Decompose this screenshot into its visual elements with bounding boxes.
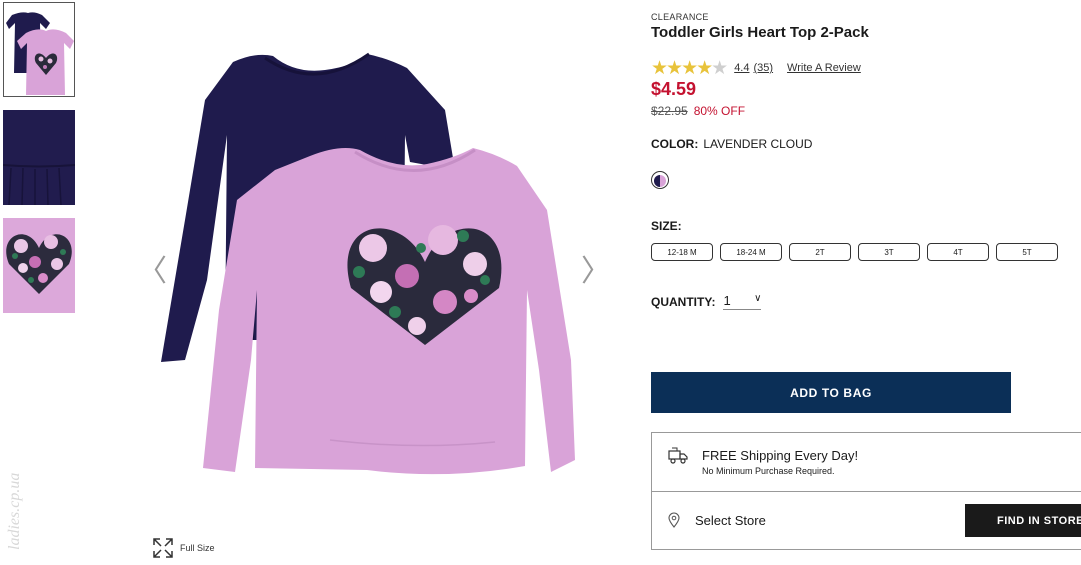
- original-price: $22.95: [651, 104, 688, 118]
- size-label: SIZE:: [651, 219, 682, 233]
- size-option-4t[interactable]: 4T: [927, 243, 989, 261]
- product-title: Toddler Girls Heart Top 2-Pack: [651, 24, 869, 41]
- thumbnail-heart-detail[interactable]: [3, 218, 75, 313]
- discount-label: 80% OFF: [693, 104, 746, 118]
- truck-icon: [668, 447, 688, 464]
- rating-row: ★★★★★ 4.4 (35) Write A Review: [651, 57, 861, 79]
- size-option-3t[interactable]: 3T: [858, 243, 920, 261]
- shipping-panel: FREE Shipping Every Day! No Minimum Purc…: [651, 432, 1081, 550]
- store-row: Select Store FIND IN STORE: [652, 492, 1081, 550]
- price-comparison: $22.95 80% OFF: [651, 104, 745, 118]
- size-option-5t[interactable]: 5T: [996, 243, 1058, 261]
- color-label: COLOR:: [651, 137, 699, 151]
- full-size-label: Full Size: [180, 543, 215, 553]
- size-option-12-18m[interactable]: 12-18 M: [651, 243, 713, 261]
- review-count-link[interactable]: (35): [753, 62, 773, 74]
- color-row: COLOR: LAVENDER CLOUD: [651, 137, 812, 151]
- main-product-image: [155, 40, 585, 485]
- size-option-18-24m[interactable]: 18-24 M: [720, 243, 782, 261]
- quantity-label: QUANTITY:: [651, 294, 716, 309]
- clearance-label: CLEARANCE: [651, 12, 709, 22]
- watermark: ladies.cp.ua: [6, 472, 23, 550]
- quantity-row: QUANTITY: 1 ∨: [651, 293, 762, 310]
- quantity-select[interactable]: 1 ∨: [723, 293, 762, 310]
- write-review-link[interactable]: Write A Review: [787, 62, 861, 74]
- color-value: LAVENDER CLOUD: [703, 137, 813, 151]
- free-shipping-subtitle: No Minimum Purchase Required.: [702, 466, 835, 476]
- thumbnail-navy-detail[interactable]: [3, 110, 75, 205]
- rating-value-link[interactable]: 4.4: [734, 62, 749, 74]
- sale-price: $4.59: [651, 79, 697, 99]
- thumbnail-2pack[interactable]: [3, 2, 75, 97]
- location-pin-icon: [668, 512, 680, 528]
- star-rating-icon: ★★★★★: [651, 57, 728, 79]
- size-option-2t[interactable]: 2T: [789, 243, 851, 261]
- free-shipping-title: FREE Shipping Every Day!: [702, 448, 859, 463]
- full-size-button[interactable]: Full Size: [152, 537, 215, 559]
- expand-icon: [153, 538, 173, 558]
- add-to-bag-button[interactable]: ADD TO BAG: [651, 372, 1011, 413]
- size-options: 12-18 M 18-24 M 2T 3T 4T 5T: [651, 243, 1058, 261]
- color-swatch-lavender-cloud[interactable]: [651, 171, 669, 189]
- quantity-value: 1: [723, 293, 731, 308]
- select-store-link[interactable]: Select Store: [695, 513, 766, 528]
- find-in-store-button[interactable]: FIND IN STORE: [965, 504, 1081, 537]
- free-shipping-row: FREE Shipping Every Day! No Minimum Purc…: [652, 433, 1081, 492]
- chevron-down-icon: ∨: [754, 293, 762, 304]
- next-image-arrow-icon[interactable]: 〉: [581, 246, 611, 290]
